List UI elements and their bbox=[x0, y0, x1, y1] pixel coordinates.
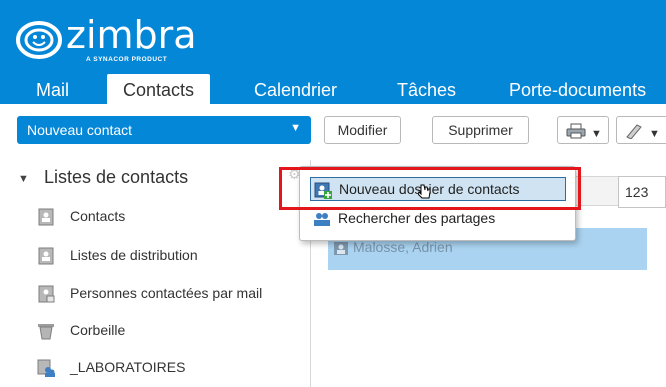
find-shares-icon bbox=[314, 213, 330, 226]
chevron-down-icon: ▼ bbox=[591, 128, 602, 140]
tab-briefcase[interactable]: Porte-documents bbox=[493, 74, 662, 104]
contact-name: Malosse, Adrien bbox=[353, 239, 453, 255]
tag-icon bbox=[626, 124, 642, 139]
sidebar-item-label: Corbeille bbox=[70, 322, 126, 338]
tag-button[interactable]: ▼ bbox=[616, 116, 666, 144]
sidebar-item-label: Listes de distribution bbox=[70, 247, 198, 263]
sidebar-item-label: Personnes contactées par mail bbox=[70, 285, 263, 301]
new-contact-button[interactable]: Nouveau contact ▼ bbox=[17, 116, 311, 144]
sidebar-item-contacts[interactable]: Contacts bbox=[37, 206, 307, 228]
collapse-caret-icon[interactable]: ▼ bbox=[18, 173, 29, 185]
logo-tagline: A SYNACOR PRODUCT bbox=[86, 56, 168, 63]
sidebar-item-emailed-contacts[interactable]: Personnes contactées par mail bbox=[37, 283, 307, 305]
sidebar: ▼ Listes de contacts ⚙ Contacts Listes d… bbox=[0, 160, 310, 387]
sidebar-item-trash[interactable]: Corbeille bbox=[37, 320, 307, 342]
edit-button[interactable]: Modifier bbox=[324, 116, 401, 144]
tab-contacts[interactable]: Contacts bbox=[107, 74, 211, 104]
contact-lists-header[interactable]: Listes de contacts bbox=[44, 167, 188, 188]
print-icon bbox=[566, 123, 586, 139]
app-tabs: Mail Contacts Calendrier Tâches Porte-do… bbox=[0, 74, 666, 104]
chevron-down-icon: ▼ bbox=[649, 128, 660, 140]
sidebar-item-label: _LABORATOIRES bbox=[70, 359, 186, 375]
address-book-mail-icon bbox=[38, 285, 55, 303]
sidebar-item-distribution-lists[interactable]: Listes de distribution bbox=[37, 245, 307, 267]
mouse-cursor-icon bbox=[418, 184, 431, 199]
address-book-icon bbox=[38, 247, 54, 265]
address-book-icon bbox=[38, 208, 54, 226]
app-header: zimbra A SYNACOR PRODUCT Mail Contacts C… bbox=[0, 0, 666, 104]
delete-button[interactable]: Supprimer bbox=[432, 116, 529, 144]
tab-calendar[interactable]: Calendrier bbox=[238, 74, 353, 104]
tab-mail[interactable]: Mail bbox=[20, 74, 85, 104]
zimbra-logo-icon bbox=[16, 21, 62, 59]
trash-icon bbox=[38, 324, 54, 340]
menu-item-label: Rechercher des partages bbox=[338, 210, 496, 226]
print-button[interactable]: ▼ bbox=[557, 116, 609, 144]
tab-tasks[interactable]: Tâches bbox=[381, 74, 472, 104]
sidebar-item-label: Contacts bbox=[70, 208, 126, 224]
logo-wordmark: zimbra bbox=[66, 13, 197, 57]
toolbar: Nouveau contact ▼ Modifier Supprimer ▼ ▼ bbox=[0, 104, 666, 160]
new-contact-label: Nouveau contact bbox=[27, 122, 133, 138]
sidebar-item-laboratoires[interactable]: _LABORATOIRES bbox=[37, 357, 307, 379]
contact-icon bbox=[334, 242, 348, 255]
menu-item-find-shares[interactable]: Rechercher des partages bbox=[310, 207, 566, 231]
chevron-down-icon[interactable]: ▼ bbox=[290, 122, 301, 134]
alphabet-filter-123[interactable]: 123 bbox=[618, 176, 666, 208]
shared-folder-icon bbox=[37, 359, 55, 377]
